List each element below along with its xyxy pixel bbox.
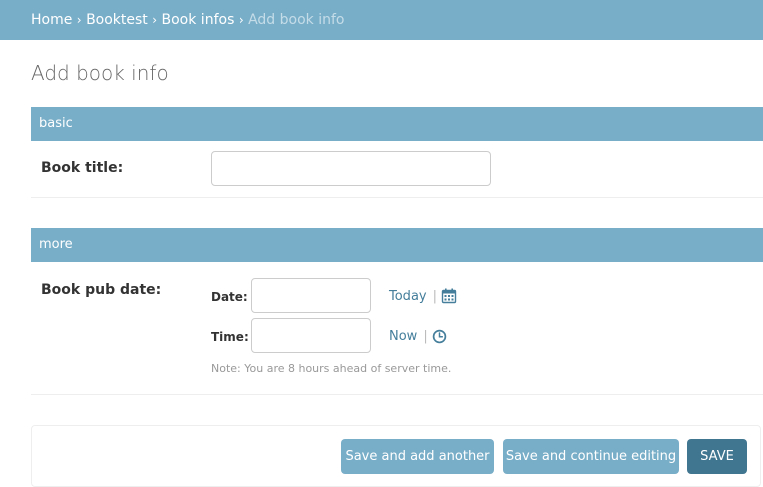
- time-shortcuts: Now |: [389, 329, 447, 344]
- breadcrumb-separator: ›: [152, 13, 158, 27]
- now-link[interactable]: Now: [389, 329, 417, 344]
- submit-row: Save and add another Save and continue e…: [31, 425, 761, 487]
- fieldset-basic-header: basic: [31, 107, 763, 141]
- row-divider: [31, 394, 763, 395]
- book-pub-date-label: Book pub date:: [41, 282, 162, 298]
- book-title-label: Book title:: [41, 160, 124, 176]
- time-label: Time:: [211, 330, 249, 344]
- today-link[interactable]: Today: [389, 289, 427, 304]
- breadcrumb-current: Add book info: [248, 12, 345, 28]
- breadcrumb-booktest-link[interactable]: Booktest: [86, 12, 148, 28]
- shortcut-separator: |: [423, 329, 428, 344]
- breadcrumb: Home › Booktest › Book infos › Add book …: [0, 0, 763, 40]
- save-and-add-another-button[interactable]: Save and add another: [341, 439, 494, 474]
- breadcrumb-home-link[interactable]: Home: [31, 12, 72, 28]
- timezone-note: Note: You are 8 hours ahead of server ti…: [211, 362, 452, 375]
- breadcrumb-separator: ›: [76, 13, 82, 27]
- page-title: Add book info: [31, 61, 169, 85]
- date-input[interactable]: [251, 278, 371, 313]
- breadcrumb-bookinfos-link[interactable]: Book infos: [162, 12, 235, 28]
- date-label: Date:: [211, 290, 248, 304]
- calendar-icon[interactable]: [441, 288, 457, 304]
- breadcrumb-separator: ›: [238, 13, 244, 27]
- date-shortcuts: Today |: [389, 288, 457, 304]
- time-input[interactable]: [251, 318, 371, 353]
- save-button[interactable]: SAVE: [687, 439, 747, 474]
- clock-icon[interactable]: [432, 329, 447, 344]
- book-title-input[interactable]: [211, 151, 491, 186]
- shortcut-separator: |: [432, 288, 437, 304]
- row-divider: [31, 197, 763, 198]
- save-and-continue-editing-button[interactable]: Save and continue editing: [503, 439, 679, 474]
- fieldset-more-header: more: [31, 228, 763, 262]
